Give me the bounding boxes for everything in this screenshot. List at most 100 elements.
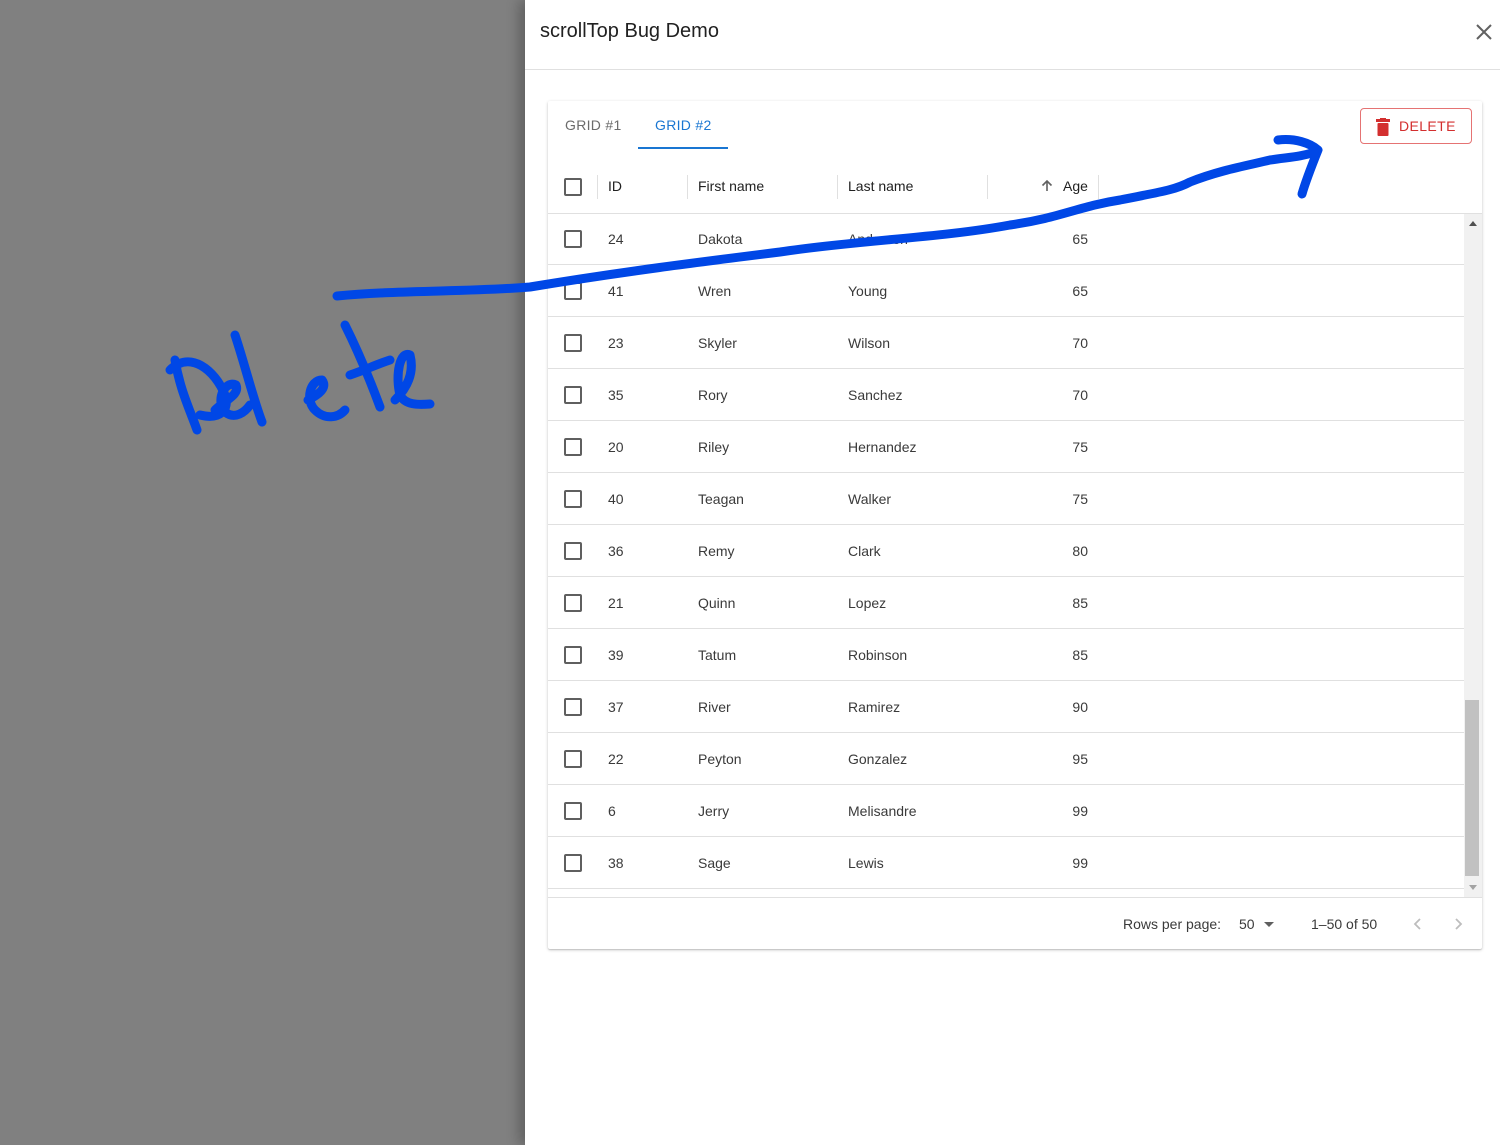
cell-id: 41: [608, 283, 624, 299]
tab-indicator: [638, 147, 728, 149]
row-checkbox[interactable]: [564, 594, 582, 612]
tab-grid-2[interactable]: GRID #2: [638, 101, 729, 149]
cell-last-name: Hernandez: [848, 439, 917, 455]
table-row[interactable]: 37 River Ramirez 90: [548, 681, 1464, 733]
table-row[interactable]: 20 Riley Hernandez 75: [548, 421, 1464, 473]
cell-id: 36: [608, 543, 624, 559]
cell-age: 65: [1072, 231, 1088, 247]
table-row[interactable]: 38 Sage Lewis 99: [548, 837, 1464, 889]
previous-page-icon[interactable]: [1406, 912, 1430, 936]
cell-first-name: Skyler: [698, 335, 737, 351]
column-header-last-name[interactable]: Last name: [848, 159, 913, 214]
row-checkbox[interactable]: [564, 386, 582, 404]
cell-first-name: Rory: [698, 387, 728, 403]
table-row[interactable]: 23 Skyler Wilson 70: [548, 317, 1464, 369]
cell-age: 70: [1072, 335, 1088, 351]
table-row[interactable]: 6 Jerry Melisandre 99: [548, 785, 1464, 837]
cell-last-name: Anderson: [848, 231, 908, 247]
cell-last-name: Gonzalez: [848, 751, 908, 767]
cell-first-name: Peyton: [698, 751, 742, 767]
cell-id: 23: [608, 335, 624, 351]
cell-id: 39: [608, 647, 624, 663]
row-checkbox[interactable]: [564, 282, 582, 300]
delete-button[interactable]: DELETE: [1360, 108, 1472, 144]
cell-first-name: Sage: [698, 855, 731, 871]
table-row[interactable]: 24 Dakota Anderson 65: [548, 214, 1464, 265]
row-checkbox[interactable]: [564, 802, 582, 820]
cell-id: 21: [608, 595, 624, 611]
table-row[interactable]: 41 Wren Young 65: [548, 265, 1464, 317]
row-checkbox[interactable]: [564, 438, 582, 456]
cell-last-name: Sanchez: [848, 387, 903, 403]
scroll-down-icon[interactable]: [1469, 885, 1477, 890]
cell-first-name: Tatum: [698, 647, 737, 663]
cell-first-name: Wren: [698, 283, 732, 299]
scroll-up-icon[interactable]: [1469, 221, 1477, 226]
modal-backdrop[interactable]: [0, 0, 525, 1145]
drawer-header: scrollTop Bug Demo: [525, 0, 1500, 70]
cell-last-name: Walker: [848, 491, 892, 507]
cell-first-name: Teagan: [698, 491, 744, 507]
tab-grid-1[interactable]: GRID #1: [548, 101, 639, 149]
cell-last-name: Clark: [848, 543, 881, 559]
table-row[interactable]: 21 Quinn Lopez 85: [548, 577, 1464, 629]
cell-age: 99: [1072, 803, 1088, 819]
cell-first-name: Quinn: [698, 595, 736, 611]
column-header-id[interactable]: ID: [608, 159, 622, 214]
next-page-icon[interactable]: [1446, 912, 1470, 936]
rows-per-page-select[interactable]: 50: [1239, 916, 1255, 932]
cell-age: 90: [1072, 699, 1088, 715]
close-icon[interactable]: [1472, 20, 1496, 44]
cell-id: 24: [608, 231, 624, 247]
cell-id: 6: [608, 803, 616, 819]
table-row[interactable]: 22 Peyton Gonzalez 95: [548, 733, 1464, 785]
column-header-row: ID First name Last name Age: [548, 159, 1482, 214]
cell-first-name: Remy: [698, 543, 735, 559]
row-checkbox[interactable]: [564, 542, 582, 560]
row-checkbox[interactable]: [564, 750, 582, 768]
cell-last-name: Young: [848, 283, 888, 299]
cell-age: 70: [1072, 387, 1088, 403]
cell-last-name: Melisandre: [848, 803, 917, 819]
table-row[interactable]: 39 Tatum Robinson 85: [548, 629, 1464, 681]
cell-first-name: River: [698, 699, 731, 715]
pagination-range: 1–50 of 50: [1311, 916, 1378, 932]
cell-id: 35: [608, 387, 624, 403]
cell-id: 40: [608, 491, 624, 507]
row-checkbox[interactable]: [564, 490, 582, 508]
cell-first-name: Riley: [698, 439, 730, 455]
chevron-down-icon[interactable]: [1264, 922, 1274, 927]
cell-age: 95: [1072, 751, 1088, 767]
drawer-title: scrollTop Bug Demo: [540, 20, 719, 42]
table-row[interactable]: 35 Rory Sanchez 70: [548, 369, 1464, 421]
column-separator[interactable]: [597, 175, 598, 199]
cell-first-name: Dakota: [698, 231, 743, 247]
drawer: scrollTop Bug Demo GRID #1 GRID #2 DELET…: [525, 0, 1500, 1145]
cell-last-name: Ramirez: [848, 699, 901, 715]
column-separator[interactable]: [837, 175, 838, 199]
row-checkbox[interactable]: [564, 334, 582, 352]
select-all-checkbox[interactable]: [564, 178, 582, 196]
row-checkbox[interactable]: [564, 646, 582, 664]
cell-age: 85: [1072, 647, 1088, 663]
table-row[interactable]: 36 Remy Clark 80: [548, 525, 1464, 577]
cell-age: 75: [1072, 491, 1088, 507]
column-separator[interactable]: [1098, 175, 1099, 199]
cell-id: 22: [608, 751, 624, 767]
cell-last-name: Wilson: [848, 335, 891, 351]
arrow-up-icon[interactable]: [1040, 179, 1054, 193]
row-checkbox[interactable]: [564, 230, 582, 248]
cell-age: 80: [1072, 543, 1088, 559]
column-header-age[interactable]: Age: [1063, 159, 1088, 214]
cell-last-name: Lewis: [848, 855, 884, 871]
row-checkbox[interactable]: [564, 698, 582, 716]
cell-age: 65: [1072, 283, 1088, 299]
column-header-first-name[interactable]: First name: [698, 159, 764, 214]
column-separator[interactable]: [687, 175, 688, 199]
table-row[interactable]: 40 Teagan Walker 75: [548, 473, 1464, 525]
scroll-thumb[interactable]: [1465, 700, 1479, 876]
cell-id: 38: [608, 855, 624, 871]
row-checkbox[interactable]: [564, 854, 582, 872]
column-separator[interactable]: [987, 175, 988, 199]
vertical-scrollbar[interactable]: [1464, 214, 1482, 897]
